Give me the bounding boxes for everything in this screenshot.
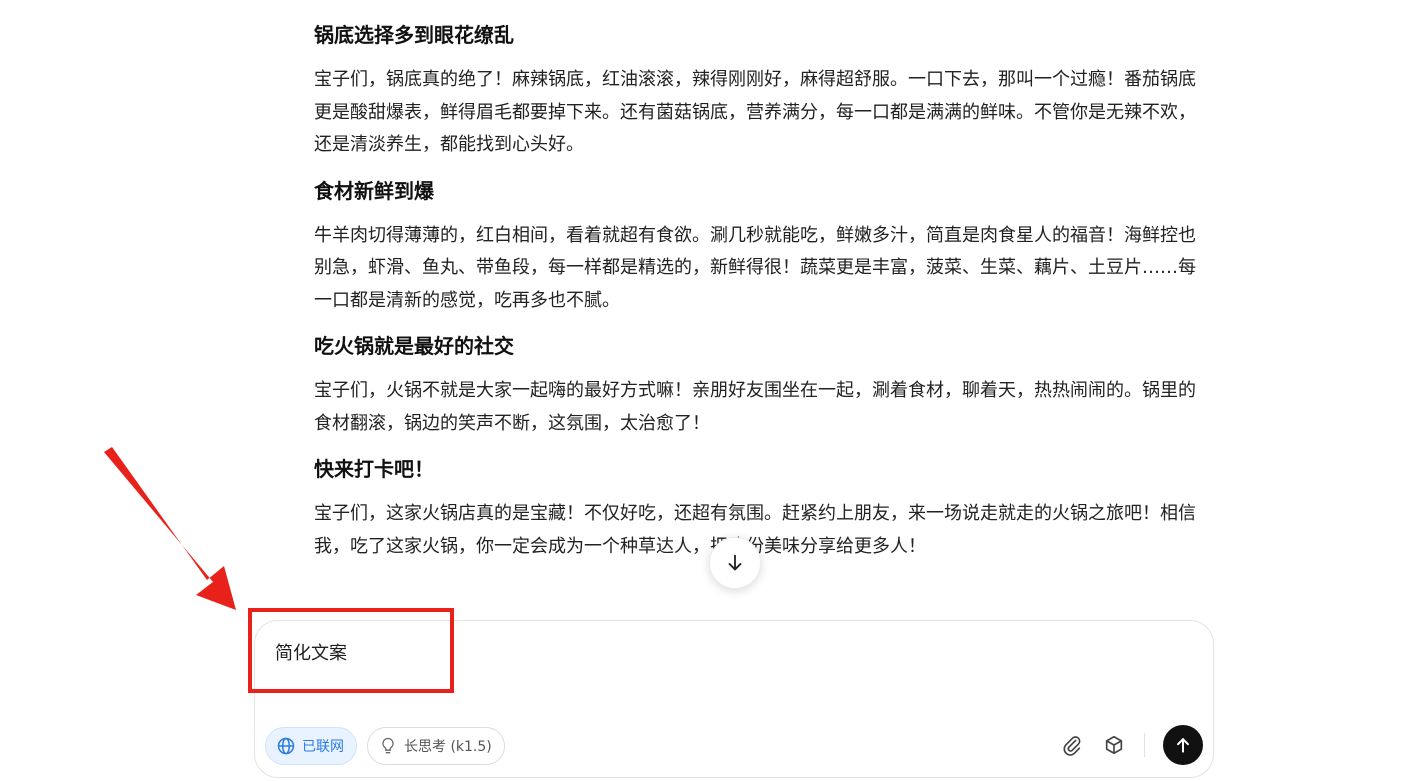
composer-toolbar-left: 已联网 长思考 (k1.5)	[265, 727, 505, 765]
long-think-toggle[interactable]: 长思考 (k1.5)	[367, 727, 505, 765]
message-input[interactable]: 简化文案	[275, 639, 347, 665]
section-title: 吃火锅就是最好的社交	[314, 334, 514, 358]
arrow-down-icon	[724, 552, 746, 574]
lightbulb-icon	[378, 736, 398, 756]
chat-page: 锅底选择多到眼花缭乱 宝子们，锅底真的绝了！麻辣锅底，红油滚滚，辣得刚刚好，麻得…	[0, 0, 1419, 781]
section-1: 锅底选择多到眼花缭乱 宝子们，锅底真的绝了！麻辣锅底，红油滚滚，辣得刚刚好，麻得…	[314, 14, 1204, 162]
section-2: 食材新鲜到爆 牛羊肉切得薄薄的，红白相间，看着就超有食欲。涮几秒就能吃，鲜嫩多汁…	[314, 170, 1204, 318]
section-body: 牛羊肉切得薄薄的，红白相间，看着就超有食欲。涮几秒就能吃，鲜嫩多汁，简直是肉食星…	[314, 224, 1196, 311]
message-composer: 简化文案 已联网 长思考 (k1.5)	[254, 620, 1214, 778]
section-3: 吃火锅就是最好的社交 宝子们，火锅不就是大家一起嗨的最好方式嘛！亲朋好友围坐在一…	[314, 325, 1204, 440]
section-body: 宝子们，锅底真的绝了！麻辣锅底，红油滚滚，辣得刚刚好，麻得超舒服。一口下去，那叫…	[314, 69, 1196, 155]
web-search-label: 已联网	[302, 739, 344, 755]
toolbar-divider	[1144, 733, 1145, 757]
assistant-message: 锅底选择多到眼花缭乱 宝子们，锅底真的绝了！麻辣锅底，红油滚滚，辣得刚刚好，麻得…	[314, 14, 1204, 571]
section-title: 食材新鲜到爆	[314, 178, 434, 203]
web-search-toggle[interactable]: 已联网	[265, 727, 357, 765]
section-title: 锅底选择多到眼花缭乱	[314, 23, 514, 47]
arrow-up-icon	[1173, 735, 1193, 755]
cube-icon[interactable]	[1102, 733, 1126, 757]
globe-icon	[276, 736, 296, 756]
section-body: 宝子们，火锅不就是大家一起嗨的最好方式嘛！亲朋好友围坐在一起，涮着食材，聊着天，…	[314, 380, 1196, 434]
paperclip-icon[interactable]	[1060, 733, 1084, 757]
long-think-label: 长思考 (k1.5)	[404, 739, 492, 755]
composer-toolbar-right	[1060, 725, 1203, 765]
scroll-to-bottom-button[interactable]	[709, 537, 761, 589]
section-4: 快来打卡吧！ 宝子们，这家火锅店真的是宝藏！不仅好吃，还超有氛围。赶紧约上朋友，…	[314, 448, 1204, 563]
send-button[interactable]	[1163, 725, 1203, 765]
section-title: 快来打卡吧！	[314, 457, 434, 481]
